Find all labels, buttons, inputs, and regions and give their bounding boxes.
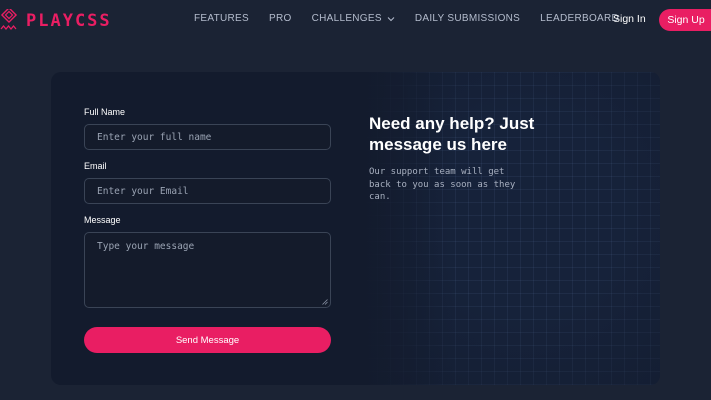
email-input[interactable]	[84, 178, 331, 204]
full-name-input[interactable]	[84, 124, 331, 150]
help-title: Need any help? Just message us here	[369, 114, 535, 154]
brand-logo[interactable]: PLAYCSS	[0, 9, 112, 33]
message-textarea[interactable]	[84, 232, 331, 308]
send-message-button[interactable]: Send Message	[84, 327, 331, 353]
sign-up-button[interactable]: Sign Up	[659, 9, 711, 31]
main-nav: FEATURES PRO CHALLENGES DAILY SUBMISSION…	[194, 13, 639, 24]
nav-link-challenges[interactable]: CHALLENGES	[312, 13, 395, 24]
message-label: Message	[84, 215, 121, 225]
navbar: PLAYCSS FEATURES PRO CHALLENGES DAILY SU…	[0, 0, 711, 41]
nav-link-features[interactable]: FEATURES	[194, 13, 249, 24]
brand-name: PLAYCSS	[26, 11, 112, 31]
nav-link-leaderboard[interactable]: LEADERBOARD	[540, 13, 619, 24]
nav-link-pro[interactable]: PRO	[269, 13, 292, 24]
sign-in-link[interactable]: Sign In	[613, 13, 646, 25]
email-label: Email	[84, 161, 107, 171]
playcss-logo-icon	[0, 9, 18, 31]
nav-link-challenges-label: CHALLENGES	[311, 13, 382, 24]
full-name-label: Full Name	[84, 107, 126, 117]
resize-handle-icon[interactable]	[322, 299, 328, 305]
help-description: Our support team will get back to you as…	[369, 167, 516, 202]
chevron-down-icon	[387, 16, 395, 21]
nav-link-daily-submissions[interactable]: DAILY SUBMISSIONS	[415, 13, 520, 24]
